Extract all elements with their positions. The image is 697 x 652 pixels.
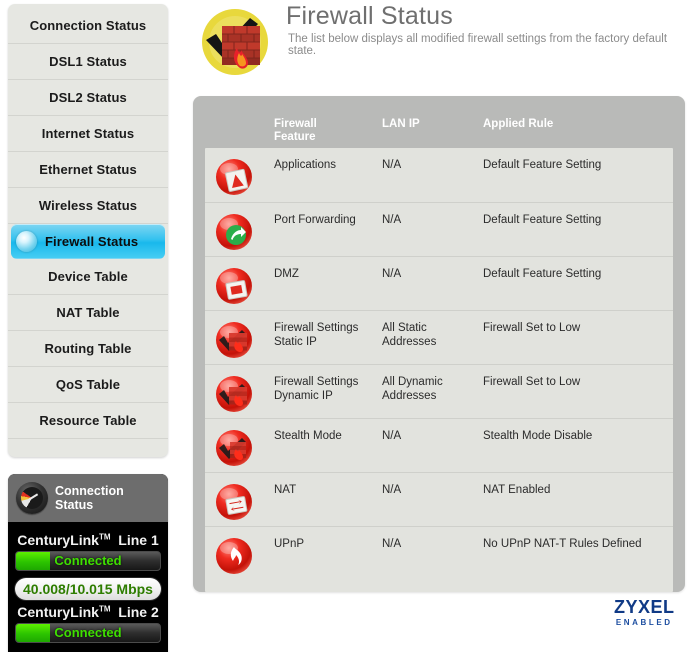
cell-feature: NAT — [274, 484, 297, 496]
cell-lan-ip: N/A — [382, 214, 402, 226]
line1-status-text: Connected — [54, 553, 122, 568]
cell-lan-ip: N/A — [382, 430, 402, 442]
sidebar-item-label: DSL2 Status — [49, 90, 127, 105]
line2-trademark-icon: TM — [98, 604, 111, 614]
firewall-status-table-panel: Firewall Feature LAN IP Applied Rule App… — [193, 96, 685, 592]
line2-name: Line 2 — [118, 604, 159, 620]
cell-applied-rule: Stealth Mode Disable — [483, 430, 593, 442]
connection-status-title: Connection Status — [55, 484, 124, 512]
zyxel-enabled-text: ENABLED — [615, 618, 673, 627]
cell-applied-rule: Firewall Set to Low — [483, 322, 581, 334]
sidebar-item-label: Firewall Status — [45, 234, 139, 249]
table-header-row: Firewall Feature LAN IP Applied Rule — [193, 96, 685, 148]
sidebar-item-label: Internet Status — [41, 126, 135, 141]
column-header-firewall-feature: Firewall Feature — [274, 118, 317, 143]
sidebar-item-label: DSL1 Status — [49, 54, 127, 69]
cell-applied-rule: Default Feature Setting — [483, 159, 602, 171]
sidebar-item-label: Ethernet Status — [39, 162, 137, 177]
column-header-lan-ip: LAN IP — [382, 118, 420, 130]
sidebar-item-internet-status[interactable]: Internet Status — [8, 116, 168, 152]
port-forwarding-arrow-icon — [216, 214, 252, 250]
line2-status-text: Connected — [54, 625, 122, 640]
page-subtitle: The list below displays all modified fir… — [288, 33, 668, 57]
table-body: Applications N/A Default Feature Setting Po… — [205, 148, 673, 592]
sidebar-nav: Connection Status DSL1 Status DSL2 Status I… — [8, 4, 168, 457]
line2-status-bar: Connected — [15, 623, 161, 643]
sidebar-item-nat-table[interactable]: NAT Table — [8, 295, 168, 331]
cell-applied-rule: NAT Enabled — [483, 484, 551, 496]
cell-lan-ip: All Static Addresses — [382, 322, 437, 348]
connection-status-panel: Connection Status CenturyLinkTM Line 1 C… — [8, 474, 168, 652]
firewall-brick-flame-icon — [202, 9, 268, 75]
speed-gauge-icon — [16, 482, 48, 514]
page-title: Firewall Status — [286, 2, 453, 30]
firewall-settings-dynamic-icon — [216, 376, 252, 412]
line1-name: Line 1 — [118, 532, 159, 548]
line1-label: CenturyLinkTM Line 1 — [15, 528, 161, 551]
line1-speed-pill: 40.008/10.015 Mbps — [15, 578, 161, 600]
table-bottom-padding — [205, 580, 673, 592]
sidebar-item-device-table[interactable]: Device Table — [8, 259, 168, 295]
sidebar-item-qos-table[interactable]: QoS Table — [8, 367, 168, 403]
cell-lan-ip: N/A — [382, 159, 402, 171]
sidebar-item-ethernet-status[interactable]: Ethernet Status — [8, 152, 168, 188]
sidebar-item-label: Connection Status — [29, 18, 147, 33]
sidebar-item-dsl1-status[interactable]: DSL1 Status — [8, 44, 168, 80]
cell-applied-rule: No UPnP NAT-T Rules Defined — [483, 538, 642, 550]
table-row: NAT N/A NAT Enabled — [205, 472, 673, 526]
cell-feature: DMZ — [274, 268, 299, 280]
table-row: Stealth Mode N/A Stealth Mode Disable — [205, 418, 673, 472]
stealth-mode-icon — [216, 430, 252, 466]
sidebar-item-connection-status[interactable]: Connection Status — [8, 8, 168, 44]
cell-lan-ip: N/A — [382, 484, 402, 496]
sidebar-item-wireless-status[interactable]: Wireless Status — [8, 188, 168, 224]
table-row: Firewall Settings Static IP All Static Ad… — [205, 310, 673, 364]
cell-feature: Firewall Settings Dynamic IP — [274, 376, 359, 402]
sidebar-item-label: NAT Table — [56, 305, 120, 320]
cell-lan-ip: N/A — [382, 538, 402, 550]
sidebar-item-label: QoS Table — [55, 377, 121, 392]
upnp-icon — [216, 538, 252, 574]
sidebar-item-label: Resource Table — [39, 413, 137, 428]
cell-applied-rule: Default Feature Setting — [483, 268, 602, 280]
zyxel-wordmark: ZYXEL — [614, 597, 675, 617]
sidebar-filler — [8, 439, 168, 449]
cell-feature: UPnP — [274, 538, 305, 550]
table-row: UPnP N/A No UPnP NAT-T Rules Defined — [205, 526, 673, 580]
cell-applied-rule: Default Feature Setting — [483, 214, 602, 226]
table-row: Firewall Settings Dynamic IP All Dynamic … — [205, 364, 673, 418]
cell-applied-rule: Firewall Set to Low — [483, 376, 581, 388]
connection-status-body: CenturyLinkTM Line 1 Connected 40.008/10… — [8, 522, 168, 643]
sidebar-item-firewall-status[interactable]: Firewall Status — [11, 224, 165, 259]
line1-trademark-icon: TM — [98, 532, 111, 542]
cell-feature: Applications — [274, 159, 337, 171]
sidebar-item-dsl2-status[interactable]: DSL2 Status — [8, 80, 168, 116]
sidebar-item-label: Device Table — [48, 269, 128, 284]
zyxel-logo: ZYXEL ENABLED — [614, 598, 675, 628]
connection-status-header: Connection Status — [8, 474, 168, 522]
page-header: Firewall Status The list below displays … — [196, 2, 686, 84]
line1-status-bar: Connected — [15, 551, 161, 571]
table-row: Applications N/A Default Feature Setting — [205, 148, 673, 202]
table-row: Port Forwarding N/A Default Feature Settin… — [205, 202, 673, 256]
line2-label: CenturyLinkTM Line 2 — [15, 600, 161, 623]
sidebar-item-resource-table[interactable]: Resource Table — [8, 403, 168, 439]
cell-lan-ip: All Dynamic Addresses — [382, 376, 443, 402]
cell-lan-ip: N/A — [382, 268, 402, 280]
cell-feature: Firewall Settings Static IP — [274, 322, 359, 348]
nat-icon — [216, 484, 252, 520]
selected-indicator-orb-icon — [16, 231, 37, 252]
dmz-icon — [216, 268, 252, 304]
cell-feature: Stealth Mode — [274, 430, 342, 442]
sidebar-item-routing-table[interactable]: Routing Table — [8, 331, 168, 367]
sidebar-item-label: Routing Table — [44, 341, 132, 356]
table-row: DMZ N/A Default Feature Setting — [205, 256, 673, 310]
applications-shield-icon — [216, 159, 252, 195]
line2-brand: CenturyLink — [17, 604, 99, 620]
column-header-applied-rule: Applied Rule — [483, 118, 554, 130]
line1-brand: CenturyLink — [17, 532, 99, 548]
firewall-settings-static-icon — [216, 322, 252, 358]
sidebar-item-label: Wireless Status — [38, 198, 138, 213]
cell-feature: Port Forwarding — [274, 214, 356, 226]
